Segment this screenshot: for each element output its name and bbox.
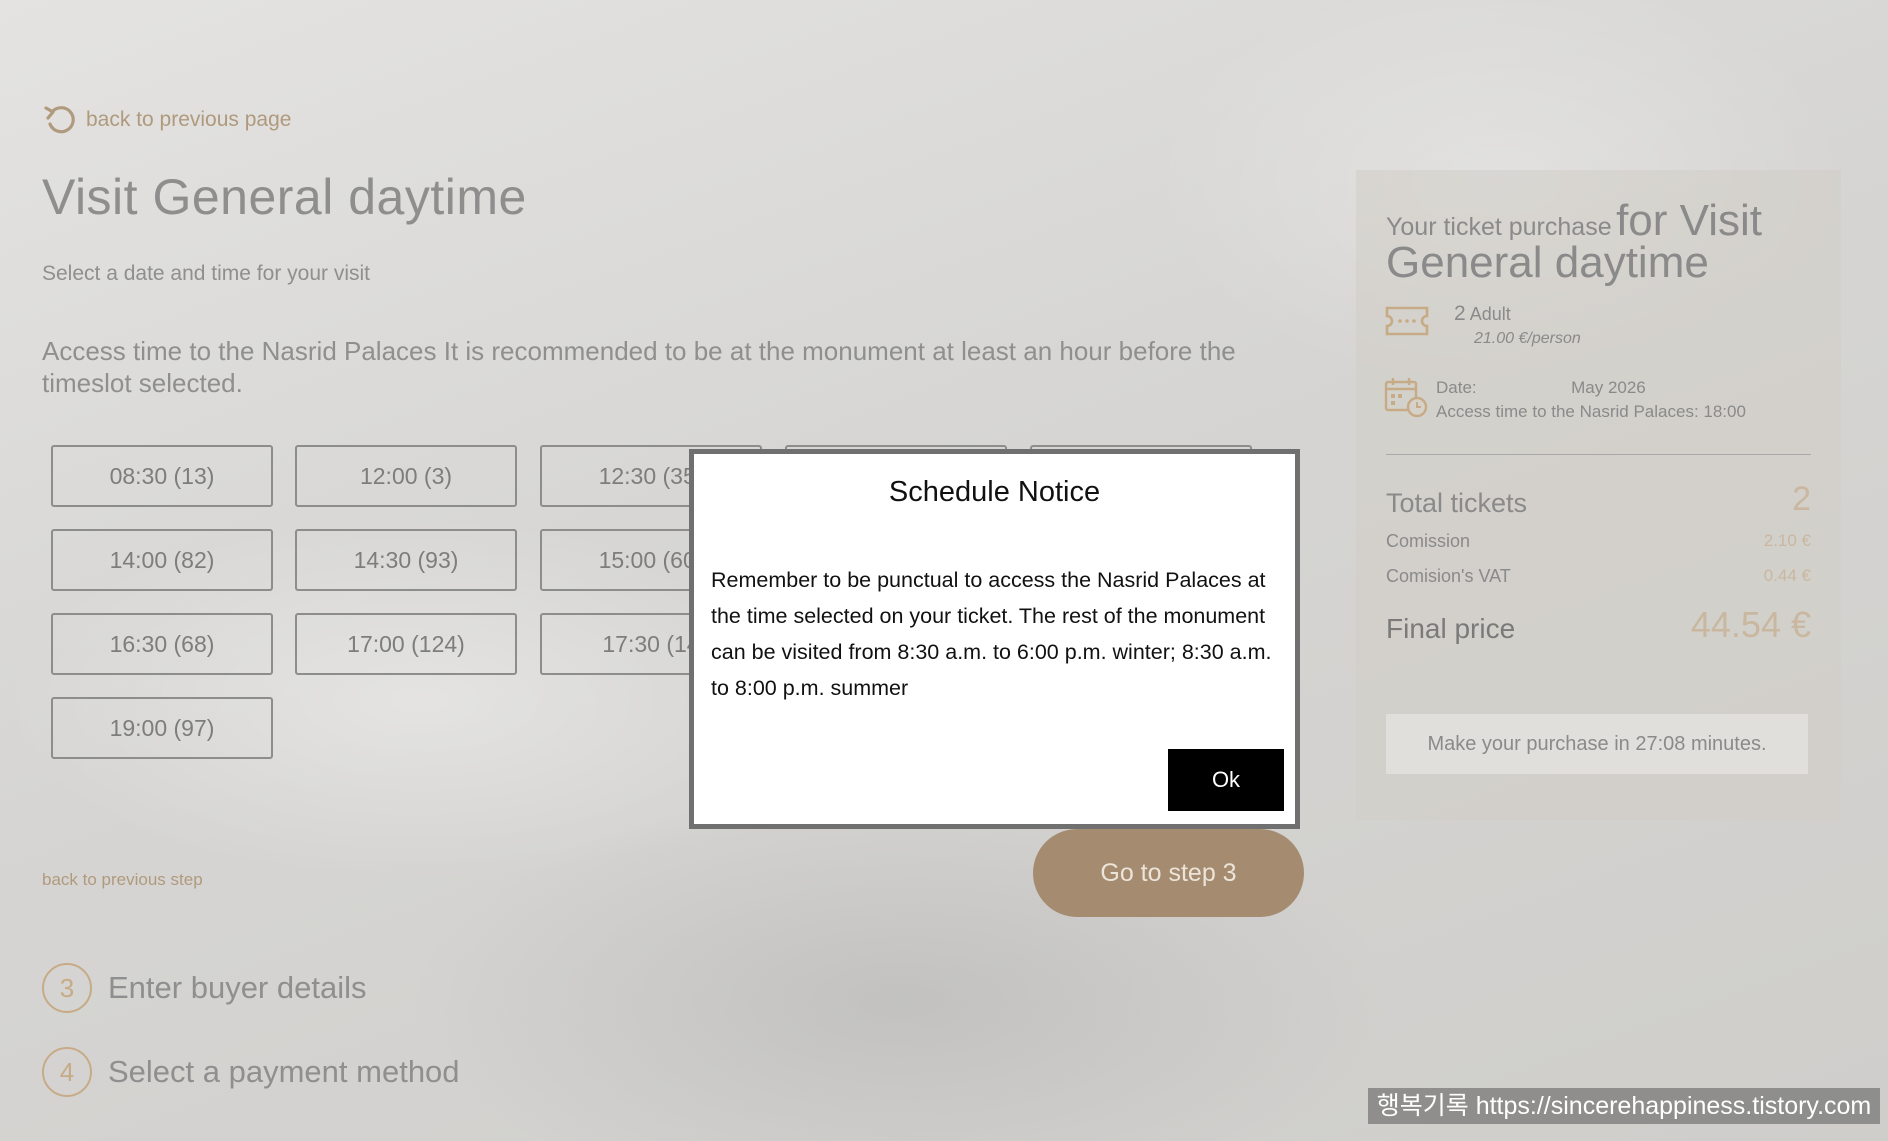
schedule-notice-dialog: Schedule Notice Remember to be punctual … [689, 449, 1300, 829]
total-tickets-label: Total tickets [1386, 488, 1528, 518]
date-value: May 2026 [1571, 378, 1646, 397]
date-label: Date: [1436, 378, 1477, 397]
step-number: 3 [42, 963, 92, 1013]
commission-label: Comission [1386, 531, 1471, 551]
purchase-summary-panel: Your ticket purchase for Visit General d… [1356, 170, 1841, 820]
step-label: Select a payment method [108, 1054, 460, 1089]
visit-date: Date: May 2026 [1436, 378, 1646, 398]
final-price-label: Final price [1386, 613, 1516, 644]
ticket-icon [1385, 306, 1429, 336]
dialog-message: Remember to be punctual to access the Na… [711, 568, 1272, 700]
page-title: Visit General daytime [42, 169, 527, 225]
timeslot-button[interactable]: 14:00 (82) [51, 529, 273, 591]
step-3-indicator: 3 Enter buyer details [42, 963, 366, 1013]
ok-button[interactable]: Ok [1168, 749, 1284, 811]
timeslot-button[interactable]: 17:00 (124) [295, 613, 517, 675]
final-price-value: 44.54 € [1690, 604, 1811, 645]
page-background: back to previous page Visit General dayt… [0, 0, 1888, 1141]
vat-value: 0.44 € [1763, 566, 1811, 585]
back-to-previous-page-label: back to previous page [86, 108, 292, 131]
vat-label: Comision's VAT [1386, 566, 1511, 586]
summary-title: Your ticket purchase for Visit General d… [1386, 199, 1826, 285]
timeslot-button[interactable]: 16:30 (68) [51, 613, 273, 675]
watermark: 행복기록 https://sincerehappiness.tistory.co… [1368, 1088, 1880, 1124]
summary-title-prefix: Your ticket purchase [1386, 213, 1612, 241]
step-label: Enter buyer details [108, 970, 367, 1005]
price-per-person: 21.00 €/person [1474, 330, 1581, 347]
total-tickets-value: 2 [1792, 480, 1811, 518]
calendar-clock-icon [1384, 378, 1428, 418]
step-4-indicator: 4 Select a payment method [42, 1047, 460, 1097]
back-to-previous-page-link[interactable]: back to previous page [42, 102, 291, 138]
go-to-step-3-button[interactable]: Go to step 3 [1033, 829, 1304, 917]
step-number: 4 [42, 1047, 92, 1097]
access-time-note: Access time to the Nasrid Palaces It is … [42, 336, 1236, 398]
purchase-countdown: Make your purchase in 27:08 minutes. [1386, 714, 1808, 774]
timeslot-button[interactable]: 19:00 (97) [51, 697, 273, 759]
undo-arrow-icon [44, 106, 75, 134]
timeslot-button[interactable]: 08:30 (13) [51, 445, 273, 507]
ticket-type: Adult [1469, 304, 1511, 324]
page-subtitle: Select a date and time for your visit [42, 262, 370, 285]
summary-divider [1386, 454, 1811, 455]
back-to-previous-step-link[interactable]: back to previous step [42, 870, 203, 890]
dialog-title: Schedule Notice [888, 476, 1101, 508]
commission-value: 2.10 € [1763, 531, 1811, 550]
timeslot-button[interactable]: 14:30 (93) [295, 529, 517, 591]
ticket-quantity: 2 Adult [1454, 302, 1511, 326]
timeslot-button[interactable]: 12:00 (3) [295, 445, 517, 507]
ticket-count: 2 [1454, 302, 1466, 325]
access-time: Access time to the Nasrid Palaces: 18:00 [1436, 402, 1746, 421]
summary-title-main: for Visit General daytime [1386, 196, 1762, 287]
